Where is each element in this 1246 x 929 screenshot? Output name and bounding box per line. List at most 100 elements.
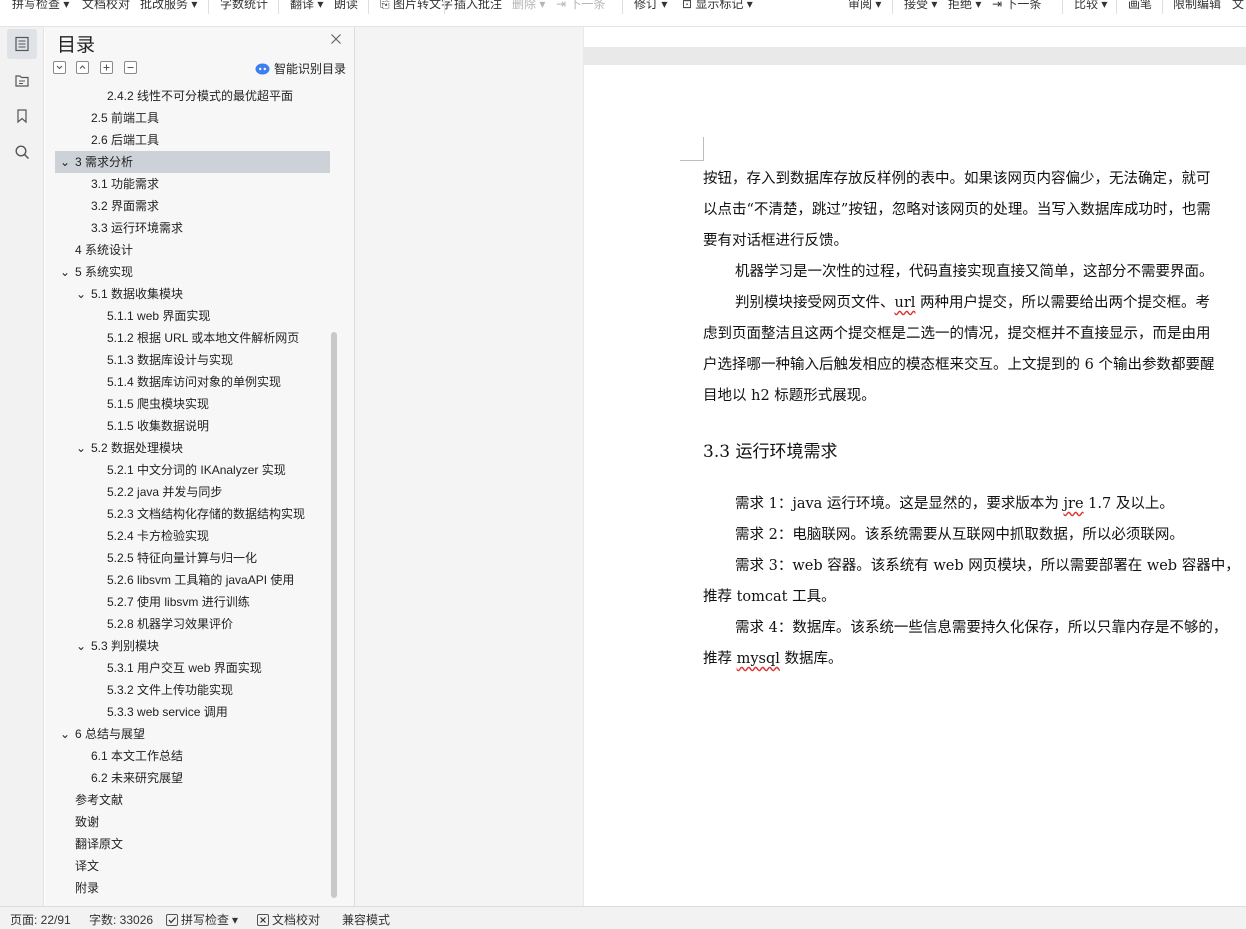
search-icon (15, 145, 30, 160)
toc-panel-button[interactable] (7, 29, 37, 59)
bookmark-button[interactable] (7, 101, 37, 131)
translate-button[interactable]: 翻译 ▾ (290, 0, 323, 13)
toc-item[interactable]: 6.2 未来研究展望 (55, 767, 330, 789)
doc-rights-button[interactable]: 文 (1232, 0, 1244, 13)
toc-item[interactable]: 5.3.3 web service 调用 (55, 701, 330, 723)
paragraph-line: 目地以 h2 标题形式展现。 (703, 388, 876, 404)
previous-page-bottom (584, 27, 1246, 47)
toc-item[interactable]: ⌄ 5.1 数据收集模块 (55, 283, 330, 305)
toc-item[interactable]: ⌄ 5 系统实现 (55, 261, 330, 283)
status-spell-check[interactable]: 拼写检查 ▾ (166, 911, 238, 928)
word-count-indicator[interactable]: 字数: 33026 (89, 911, 153, 928)
toc-item[interactable]: 翻译原文 (55, 833, 330, 855)
folder-outline-icon (15, 75, 29, 87)
toc-item[interactable]: 5.2.4 卡方检验实现 (55, 525, 330, 547)
toc-item[interactable]: ⌄ 5.3 判别模块 (55, 635, 330, 657)
toc-item[interactable]: 3.2 界面需求 (55, 195, 330, 217)
show-marks-button[interactable]: ⊡ 显示标记 ▾ (682, 0, 753, 13)
spelling-error-jre[interactable]: jre (1064, 496, 1084, 512)
proof-x-icon (257, 913, 269, 926)
restrict-edit-button[interactable]: 限制编辑 (1173, 0, 1221, 13)
add-level-button[interactable] (100, 61, 113, 74)
toc-item[interactable]: 5.2.5 特征向量计算与归一化 (55, 547, 330, 569)
read-aloud-button[interactable]: 朗读 (334, 0, 358, 13)
spell-check-button[interactable]: 拼写检查 ▾ (12, 0, 69, 13)
toc-item[interactable]: 译文 (55, 855, 330, 877)
paragraph-line: 按钮，存入到数据库存放反样例的表中。如果该网页内容偏少，无法确定，就可 (703, 171, 1211, 187)
toc-item[interactable]: 5.1.4 数据库访问对象的单例实现 (55, 371, 330, 393)
batch-service-button[interactable]: 批改服务 ▾ (140, 0, 197, 13)
toc-item[interactable]: 2.4.2 线性不可分模式的最优超平面 (55, 85, 330, 107)
toc-item[interactable]: 4 系统设计 (55, 239, 330, 261)
toc-item-active[interactable]: ⌄ 3 需求分析 (55, 151, 330, 173)
review-button[interactable]: 审阅 ▾ (848, 0, 881, 13)
spelling-error-url[interactable]: url (895, 295, 916, 311)
bookmark-icon (17, 109, 27, 124)
chevron-down-icon: ▾ (232, 912, 239, 927)
section-heading: 3.3 运行环境需求 (703, 442, 838, 462)
expand-down-button[interactable] (53, 61, 66, 74)
toc-item[interactable]: 2.5 前端工具 (55, 107, 330, 129)
toc-item[interactable]: 3.3 运行环境需求 (55, 217, 330, 239)
toc-item[interactable]: 参考文献 (55, 789, 330, 811)
toc-item[interactable]: 5.1.3 数据库设计与实现 (55, 349, 330, 371)
toc-item[interactable]: 5.1.5 爬虫模块实现 (55, 393, 330, 415)
document-page[interactable]: 按钮，存入到数据库存放反样例的表中。如果该网页内容偏少，无法确定，就可 以点击“… (584, 65, 1246, 906)
status-doc-proof[interactable]: 文档校对 (257, 911, 320, 928)
chevron-down-icon[interactable]: ⌄ (75, 635, 87, 657)
toc-item[interactable]: 5.2.2 java 并发与同步 (55, 481, 330, 503)
ai-icon (255, 63, 270, 74)
chevron-down-icon[interactable]: ⌄ (75, 283, 87, 305)
toc-item[interactable]: 5.2.1 中文分词的 IKAnalyzer 实现 (55, 459, 330, 481)
toc-item[interactable]: 5.1.1 web 界面实现 (55, 305, 330, 327)
next-comment-button[interactable]: ⇥ 下一条 (556, 0, 605, 13)
insert-comment-button[interactable]: 插入批注 (454, 0, 502, 13)
close-icon[interactable] (329, 32, 343, 46)
reject-button[interactable]: 拒绝 ▾ (948, 0, 981, 13)
remove-level-button[interactable] (124, 61, 137, 74)
collapse-up-button[interactable] (76, 61, 89, 74)
chevron-down-icon[interactable]: ⌄ (59, 151, 71, 173)
toc-scrollbar[interactable] (331, 332, 337, 898)
page-indicator[interactable]: 页面: 22/91 (10, 911, 71, 928)
toc-item[interactable]: 5.2.8 机器学习效果评价 (55, 613, 330, 635)
delete-comment-button[interactable]: 删除 ▾ (512, 0, 545, 13)
toc-item[interactable]: 5.2.6 libsvm 工具箱的 javaAPI 使用 (55, 569, 330, 591)
doc-proof-button[interactable]: 文档校对 (82, 0, 130, 13)
compare-button[interactable]: 比较 ▾ (1074, 0, 1107, 13)
toc-item[interactable]: 5.1.2 根据 URL 或本地文件解析网页 (55, 327, 330, 349)
smart-toc-button[interactable]: 智能识别目录 (255, 60, 346, 77)
minus-icon (127, 67, 134, 68)
toc-title: 目录 (57, 35, 96, 56)
toc-item[interactable]: ⌄ 6 总结与展望 (55, 723, 330, 745)
chevron-up-icon (79, 65, 86, 69)
toc-item[interactable]: 5.3.2 文件上传功能实现 (55, 679, 330, 701)
toc-item[interactable]: 6.1 本文工作总结 (55, 745, 330, 767)
chevron-down-icon (56, 65, 63, 70)
next-change-button[interactable]: ⇥ 下一条 (992, 0, 1041, 13)
image-to-text-button[interactable]: ⎘ 图片转文字 (380, 0, 453, 13)
word-count-button[interactable]: 字数统计 (220, 0, 268, 13)
toc-item[interactable]: 3.1 功能需求 (55, 173, 330, 195)
chevron-down-icon[interactable]: ⌄ (75, 437, 87, 459)
toc-item[interactable]: 5.1.5 收集数据说明 (55, 415, 330, 437)
chevron-down-icon[interactable]: ⌄ (59, 261, 71, 283)
toc-item[interactable]: 2.6 后端工具 (55, 129, 330, 151)
toc-item[interactable]: 5.3.1 用户交互 web 界面实现 (55, 657, 330, 679)
toc-item[interactable]: 5.2.7 使用 libsvm 进行训练 (55, 591, 330, 613)
accept-button[interactable]: 接受 ▾ (904, 0, 937, 13)
toc-panel: 目录 智能识别目录 2.4.2 线性不可分模式的最优超平面 2.5 前端工具 2… (45, 27, 355, 906)
toc-item[interactable]: 5.2.3 文档结构化存储的数据结构实现 (55, 503, 330, 525)
chevron-down-icon[interactable]: ⌄ (59, 723, 71, 745)
toc-item[interactable]: ⌄ 5.2 数据处理模块 (55, 437, 330, 459)
search-button[interactable] (7, 137, 37, 167)
ink-button[interactable]: 画笔 (1128, 0, 1152, 13)
toc-tree: 2.4.2 线性不可分模式的最优超平面 2.5 前端工具 2.6 后端工具 ⌄ 3… (55, 85, 330, 900)
toc-item[interactable]: 致谢 (55, 811, 330, 833)
toc-item[interactable]: 附录 (55, 877, 330, 899)
smart-toc-label: 智能识别目录 (274, 62, 347, 76)
spelling-error-mysql[interactable]: mysql (737, 651, 780, 667)
ribbon-divider (444, 0, 445, 14)
revise-button[interactable]: 修订 ▾ (634, 0, 667, 13)
chapter-nav-button[interactable] (7, 65, 37, 95)
